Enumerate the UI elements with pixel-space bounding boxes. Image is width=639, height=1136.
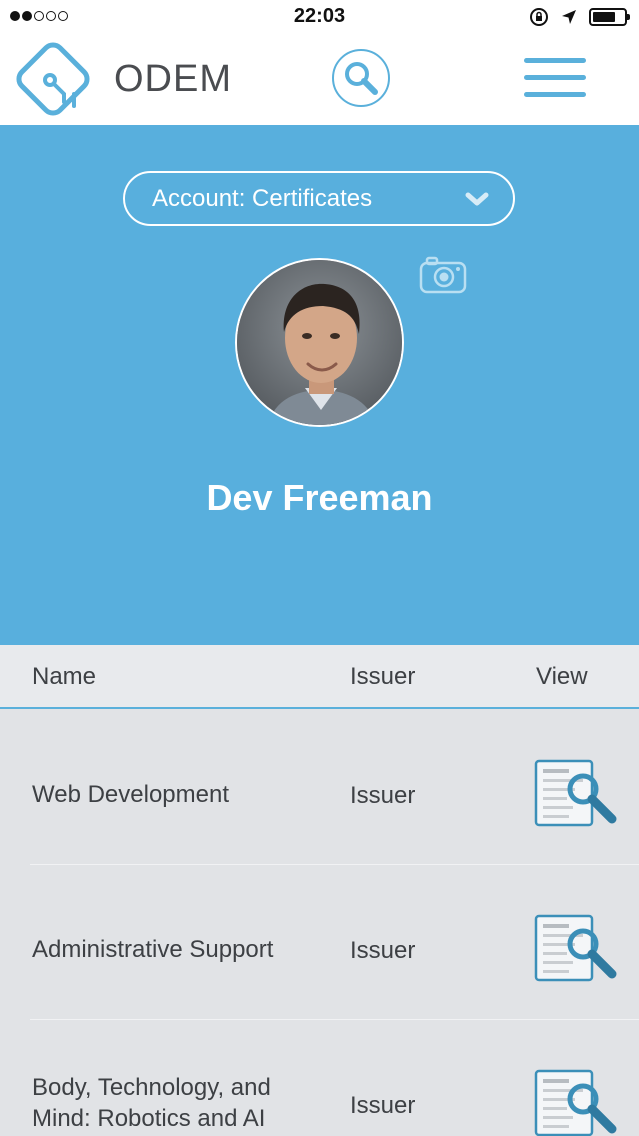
search-icon — [345, 62, 378, 95]
status-icons — [529, 7, 630, 27]
column-header-name: Name — [32, 663, 97, 690]
menu-bar — [524, 92, 586, 97]
orientation-lock-icon — [530, 8, 548, 26]
menu-bar — [524, 75, 586, 80]
certificate-issuer: Issuer — [350, 1092, 416, 1119]
view-certificate-icon[interactable] — [533, 759, 619, 829]
certificate-name: Body, Technology, and Mind: Robotics and… — [32, 1074, 271, 1132]
battery-icon — [589, 8, 630, 26]
table-row[interactable]: Body, Technology, and Mind: Robotics and… — [0, 1019, 639, 1136]
search-button[interactable] — [332, 49, 390, 107]
certificate-name: Web Development — [32, 781, 229, 808]
profile-photo — [237, 260, 402, 425]
certificate-issuer: Issuer — [350, 937, 416, 964]
table-row[interactable]: Web Development Issuer — [0, 709, 639, 864]
view-certificate-icon[interactable] — [533, 914, 619, 984]
table-row[interactable]: Administrative Support Issuer — [0, 864, 639, 1019]
certificates-table-header: Name Issuer View — [0, 645, 639, 709]
row-divider — [30, 1019, 639, 1020]
profile-name: Dev Freeman — [206, 477, 433, 518]
chevron-down-icon — [465, 192, 489, 206]
column-header-view: View — [536, 663, 588, 690]
menu-bar — [524, 58, 586, 63]
hamburger-menu-button[interactable] — [522, 56, 588, 100]
column-header-issuer: Issuer — [350, 663, 416, 690]
top-navigation-bar: ODEM — [0, 34, 639, 125]
odem-logo-icon[interactable] — [12, 38, 94, 120]
row-divider — [30, 864, 639, 865]
brand-name: ODEM — [114, 58, 232, 100]
certificate-issuer: Issuer — [350, 782, 416, 809]
profile-avatar — [235, 258, 404, 427]
profile-header: Account: Certificates Dev Freeman — [0, 125, 639, 645]
view-certificate-icon[interactable] — [533, 1069, 619, 1136]
location-arrow-icon — [562, 10, 576, 24]
camera-icon[interactable] — [419, 256, 467, 294]
status-bar: 22:03 — [0, 0, 639, 34]
account-dropdown[interactable]: Account: Certificates — [123, 171, 515, 226]
certificate-name: Administrative Support — [32, 936, 274, 963]
account-dropdown-label: Account: Certificates — [152, 185, 373, 212]
